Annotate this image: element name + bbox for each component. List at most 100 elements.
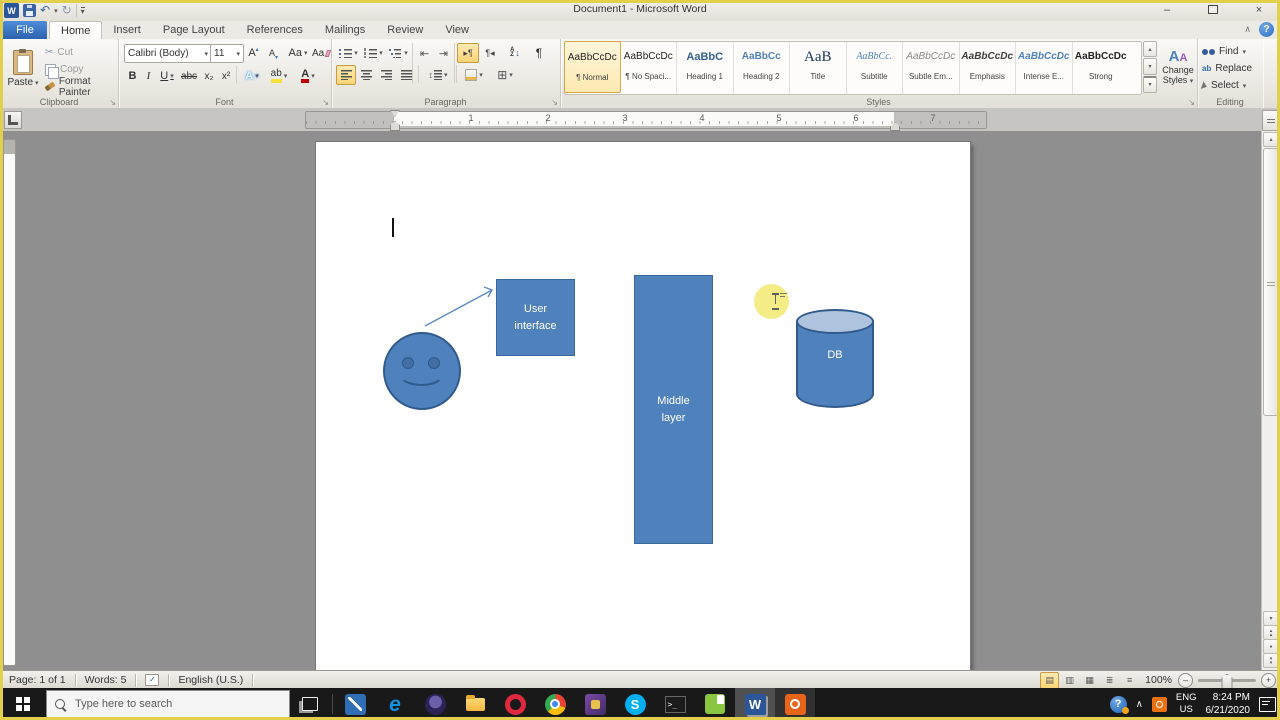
taskbar-item-terminal[interactable]: >_ bbox=[655, 688, 695, 720]
tab-references[interactable]: References bbox=[236, 21, 314, 39]
text-effects-button[interactable]: A ▾ bbox=[240, 66, 264, 86]
tab-file[interactable]: File bbox=[3, 21, 47, 39]
taskbar-item-word[interactable]: W bbox=[735, 688, 775, 720]
font-size-combo[interactable]: 11 ▾ bbox=[210, 44, 244, 63]
style-subtitle[interactable]: AaBbCc. Subtitle bbox=[847, 42, 903, 94]
styles-scroll-up-button[interactable]: ▴ bbox=[1143, 41, 1157, 58]
change-styles-button[interactable]: AA Change Styles ▾ bbox=[1160, 41, 1196, 95]
database-shape[interactable]: DB bbox=[796, 309, 874, 408]
style-no-spacing[interactable]: AaBbCcDc ¶ No Spaci... bbox=[621, 42, 677, 94]
taskbar-item-notepad[interactable] bbox=[695, 688, 735, 720]
numbering-button[interactable]: ▾ bbox=[361, 43, 386, 63]
outline-view-button[interactable]: ≣ bbox=[1100, 672, 1119, 689]
italic-button[interactable]: I bbox=[141, 66, 156, 86]
tab-mailings[interactable]: Mailings bbox=[314, 21, 376, 39]
user-interface-shape[interactable]: User interface bbox=[496, 279, 575, 356]
clipboard-dialog-launcher-icon[interactable]: ↘ bbox=[109, 98, 116, 107]
line-spacing-button[interactable]: ↕ ▾ bbox=[422, 65, 454, 85]
tab-insert[interactable]: Insert bbox=[102, 21, 152, 39]
zoom-slider-thumb[interactable] bbox=[1221, 673, 1233, 689]
shading-button[interactable]: ▾ bbox=[460, 65, 488, 85]
taskbar-item-edge[interactable]: e bbox=[375, 688, 415, 720]
font-dialog-launcher-icon[interactable]: ↘ bbox=[322, 98, 329, 107]
style-strong[interactable]: AaBbCcDc Strong bbox=[1073, 42, 1130, 94]
middle-layer-shape[interactable]: Middle layer bbox=[634, 275, 713, 544]
previous-page-button[interactable]: ▴ ▴ bbox=[1263, 625, 1279, 640]
tab-stop-selector[interactable] bbox=[4, 111, 22, 129]
style-normal[interactable]: AaBbCcDc ¶ Normal bbox=[564, 41, 621, 93]
paste-button[interactable]: Paste ▾ bbox=[3, 42, 43, 96]
vertical-ruler[interactable] bbox=[3, 139, 16, 666]
style-emphasis[interactable]: AaBbCcDc Emphasis bbox=[960, 42, 1016, 94]
sort-button[interactable]: AZ ↓ bbox=[503, 43, 527, 63]
style-intense-emphasis[interactable]: AaBbCcDc Intense E... bbox=[1016, 42, 1073, 94]
replace-button[interactable]: ab Replace bbox=[1202, 61, 1252, 76]
align-left-button[interactable] bbox=[336, 65, 356, 85]
tab-page-layout[interactable]: Page Layout bbox=[152, 21, 236, 39]
view-ruler-toggle-button[interactable] bbox=[1262, 110, 1279, 131]
increase-indent-button[interactable]: ⇥ bbox=[434, 43, 453, 63]
styles-scroll-down-button[interactable]: ▾ bbox=[1143, 58, 1157, 75]
taskbar-item-opera[interactable] bbox=[495, 688, 535, 720]
multilevel-list-button[interactable]: ▾ bbox=[386, 43, 411, 63]
clear-formatting-button[interactable]: Aa bbox=[311, 43, 331, 63]
format-painter-button[interactable]: Format Painter bbox=[44, 76, 118, 98]
tray-language-indicator[interactable]: ENG US bbox=[1176, 692, 1197, 716]
show-paragraph-marks-button[interactable]: ¶ bbox=[529, 43, 549, 63]
style-heading-2[interactable]: AaBbCc Heading 2 bbox=[734, 42, 790, 94]
tray-recorder-icon[interactable] bbox=[1151, 696, 1167, 712]
style-title[interactable]: AaB Title bbox=[790, 42, 847, 94]
task-view-button[interactable] bbox=[290, 688, 330, 720]
full-screen-reading-view-button[interactable]: ▥ bbox=[1060, 672, 1079, 689]
minimize-button[interactable]: – bbox=[1154, 2, 1180, 17]
page-count-status[interactable]: Page: 1 of 1 bbox=[0, 671, 75, 689]
help-icon[interactable]: ? bbox=[1259, 22, 1274, 37]
smiley-face-shape[interactable] bbox=[383, 332, 461, 410]
word-count-status[interactable]: Words: 5 bbox=[76, 671, 136, 689]
tray-show-hidden-icons[interactable]: ∧ bbox=[1136, 699, 1143, 710]
tab-home[interactable]: Home bbox=[49, 21, 103, 39]
superscript-button[interactable]: x² bbox=[217, 66, 235, 86]
tab-review[interactable]: Review bbox=[376, 21, 434, 39]
draft-view-button[interactable]: ≡ bbox=[1120, 672, 1139, 689]
horizontal-ruler[interactable]: 1 2 3 4 5 6 7 bbox=[305, 110, 987, 131]
scroll-up-button[interactable]: ▴ bbox=[1263, 132, 1279, 147]
align-right-button[interactable] bbox=[376, 65, 396, 85]
taskbar-item-chrome[interactable] bbox=[535, 688, 575, 720]
connector-arrow[interactable] bbox=[418, 283, 500, 333]
scrollbar-thumb[interactable] bbox=[1263, 148, 1279, 416]
underline-button[interactable]: U ▾ bbox=[156, 66, 178, 86]
taskbar-item-game[interactable] bbox=[575, 688, 615, 720]
find-button[interactable]: Find ▾ bbox=[1202, 44, 1246, 59]
taskbar-item-eclipse[interactable] bbox=[415, 688, 455, 720]
subscript-button[interactable]: x₂ bbox=[200, 66, 218, 86]
borders-button[interactable]: ⊞ ▾ bbox=[490, 65, 520, 85]
taskbar-item-skype[interactable]: S bbox=[615, 688, 655, 720]
next-page-button[interactable]: ▾ ▾ bbox=[1263, 653, 1279, 668]
cut-button[interactable]: ✂ Cut bbox=[45, 45, 73, 60]
taskbar-item-file-explorer[interactable] bbox=[455, 688, 495, 720]
print-layout-view-button[interactable]: ▤ bbox=[1040, 671, 1060, 689]
tray-help-icon[interactable]: ? bbox=[1109, 695, 1129, 714]
select-browse-object-button[interactable]: ● bbox=[1263, 639, 1279, 654]
tab-view[interactable]: View bbox=[434, 21, 480, 39]
justify-button[interactable] bbox=[396, 65, 416, 85]
change-case-button[interactable]: Aa ▾ bbox=[285, 43, 311, 63]
style-subtle-emphasis[interactable]: AaBbCcDc Subtle Em... bbox=[903, 42, 960, 94]
scroll-down-button[interactable]: ▾ bbox=[1263, 611, 1279, 626]
select-button[interactable]: Select ▾ bbox=[1200, 78, 1246, 93]
zoom-out-button[interactable]: – bbox=[1178, 672, 1193, 688]
styles-dialog-launcher-icon[interactable]: ↘ bbox=[1188, 98, 1195, 107]
styles-more-button[interactable]: ▾ bbox=[1143, 75, 1157, 93]
zoom-in-button[interactable]: + bbox=[1261, 672, 1276, 688]
taskbar-item-drawing-tool[interactable] bbox=[335, 688, 375, 720]
style-heading-1[interactable]: AaBbC Heading 1 bbox=[677, 42, 734, 94]
align-center-button[interactable] bbox=[356, 65, 376, 85]
shrink-font-button[interactable]: A ▾ bbox=[264, 43, 283, 63]
restore-button[interactable] bbox=[1200, 2, 1226, 17]
decrease-indent-button[interactable]: ⇤ bbox=[415, 43, 434, 63]
vertical-scrollbar[interactable]: ▴ ▾ ▴ ▴ ● ▾ ▾ bbox=[1261, 131, 1279, 670]
text-highlight-button[interactable]: ab ▾ bbox=[265, 66, 293, 86]
font-family-combo[interactable]: Calibri (Body) ▾ bbox=[124, 44, 212, 63]
action-center-icon[interactable] bbox=[1259, 696, 1276, 712]
